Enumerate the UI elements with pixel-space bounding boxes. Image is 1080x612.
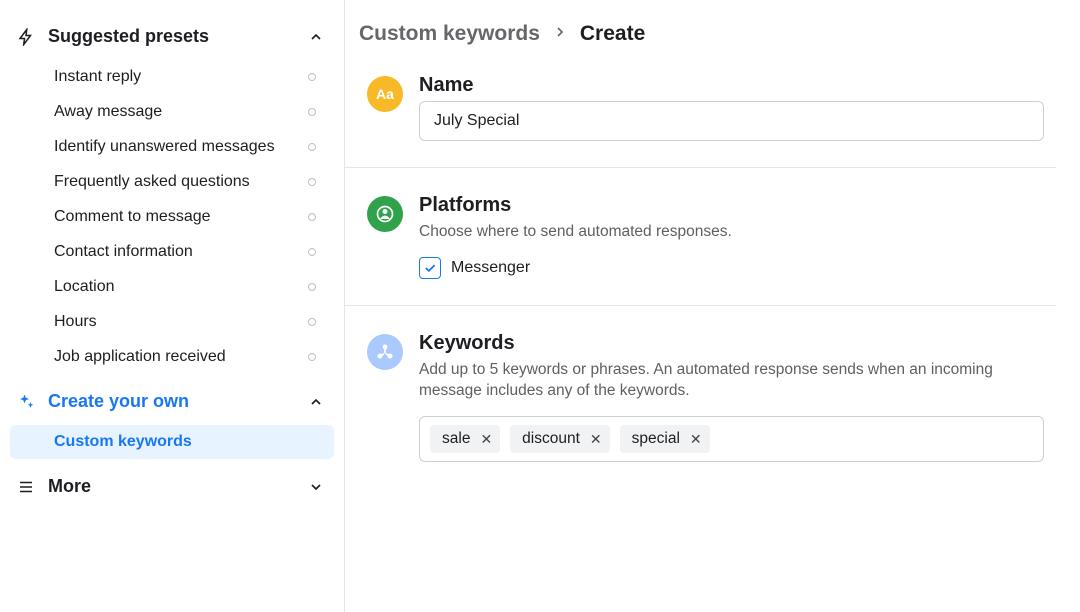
preset-label: Location <box>54 278 115 296</box>
keywords-title: Keywords <box>419 332 1044 355</box>
keyword-tag[interactable]: discount ✕ <box>510 425 609 453</box>
breadcrumb-parent[interactable]: Custom keywords <box>359 22 540 46</box>
keywords-badge-icon <box>367 334 403 370</box>
preset-job-application[interactable]: Job application received <box>10 340 334 374</box>
preset-label: Comment to message <box>54 208 211 226</box>
status-dot-icon <box>308 73 316 81</box>
status-dot-icon <box>308 143 316 151</box>
tag-label: special <box>632 430 680 448</box>
chevron-down-icon <box>308 479 324 495</box>
sidebar: Suggested presets Instant reply Away mes… <box>0 0 345 612</box>
sidebar-item-label: Custom keywords <box>54 433 192 451</box>
status-dot-icon <box>308 318 316 326</box>
create-your-own-title: Create your own <box>48 391 189 412</box>
main-content: Custom keywords Create Aa Name Platforms… <box>345 0 1080 612</box>
name-title: Name <box>419 74 1044 97</box>
preset-label: Frequently asked questions <box>54 173 250 191</box>
preset-away-message[interactable]: Away message <box>10 95 334 129</box>
preset-label: Job application received <box>54 348 226 366</box>
custom-keywords-item[interactable]: Custom keywords <box>10 425 334 459</box>
preset-label: Identify unanswered messages <box>54 138 275 156</box>
chevron-right-icon <box>552 22 568 46</box>
suggested-presets-list: Instant reply Away message Identify unan… <box>0 55 344 383</box>
status-dot-icon <box>308 213 316 221</box>
keywords-subtitle: Add up to 5 keywords or phrases. An auto… <box>419 359 1044 402</box>
tag-label: discount <box>522 430 580 448</box>
preset-label: Away message <box>54 103 162 121</box>
platforms-title: Platforms <box>419 194 1044 217</box>
chevron-up-icon <box>308 29 324 45</box>
status-dot-icon <box>308 108 316 116</box>
platforms-panel: Platforms Choose where to send automated… <box>345 194 1056 306</box>
suggested-presets-title: Suggested presets <box>48 26 209 47</box>
preset-location[interactable]: Location <box>10 270 334 304</box>
create-your-own-header[interactable]: Create your own <box>0 383 344 420</box>
platforms-subtitle: Choose where to send automated responses… <box>419 221 1044 243</box>
remove-tag-icon[interactable]: ✕ <box>690 431 702 448</box>
tag-label: sale <box>442 430 470 448</box>
remove-tag-icon[interactable]: ✕ <box>480 431 492 448</box>
remove-tag-icon[interactable]: ✕ <box>590 431 602 448</box>
keyword-tag[interactable]: sale ✕ <box>430 425 500 453</box>
preset-label: Contact information <box>54 243 193 261</box>
keywords-panel: Keywords Add up to 5 keywords or phrases… <box>345 332 1056 488</box>
more-title: More <box>48 476 91 497</box>
preset-contact-info[interactable]: Contact information <box>10 235 334 269</box>
status-dot-icon <box>308 248 316 256</box>
chevron-up-icon <box>308 394 324 410</box>
preset-comment-to-message[interactable]: Comment to message <box>10 200 334 234</box>
name-panel: Aa Name <box>345 74 1056 168</box>
name-badge-icon: Aa <box>367 76 403 112</box>
status-dot-icon <box>308 353 316 361</box>
preset-hours[interactable]: Hours <box>10 305 334 339</box>
sparkle-icon <box>16 392 36 412</box>
preset-label: Instant reply <box>54 68 141 86</box>
breadcrumb: Custom keywords Create <box>345 22 1056 74</box>
create-your-own-list: Custom keywords <box>0 420 344 468</box>
checkbox-checked-icon <box>419 257 441 279</box>
name-input[interactable] <box>419 101 1044 141</box>
platform-label: Messenger <box>451 259 530 277</box>
keywords-input[interactable]: sale ✕ discount ✕ special ✕ <box>419 416 1044 462</box>
menu-icon <box>16 477 36 497</box>
lightning-icon <box>16 27 36 47</box>
platform-messenger-checkbox[interactable]: Messenger <box>419 257 1044 279</box>
status-dot-icon <box>308 283 316 291</box>
preset-identify-unanswered[interactable]: Identify unanswered messages <box>10 130 334 164</box>
more-header[interactable]: More <box>0 468 344 505</box>
platforms-badge-icon <box>367 196 403 232</box>
suggested-presets-header[interactable]: Suggested presets <box>0 18 344 55</box>
preset-instant-reply[interactable]: Instant reply <box>10 60 334 94</box>
status-dot-icon <box>308 178 316 186</box>
keyword-tag[interactable]: special ✕ <box>620 425 710 453</box>
preset-faq[interactable]: Frequently asked questions <box>10 165 334 199</box>
breadcrumb-current: Create <box>580 22 645 46</box>
preset-label: Hours <box>54 313 97 331</box>
